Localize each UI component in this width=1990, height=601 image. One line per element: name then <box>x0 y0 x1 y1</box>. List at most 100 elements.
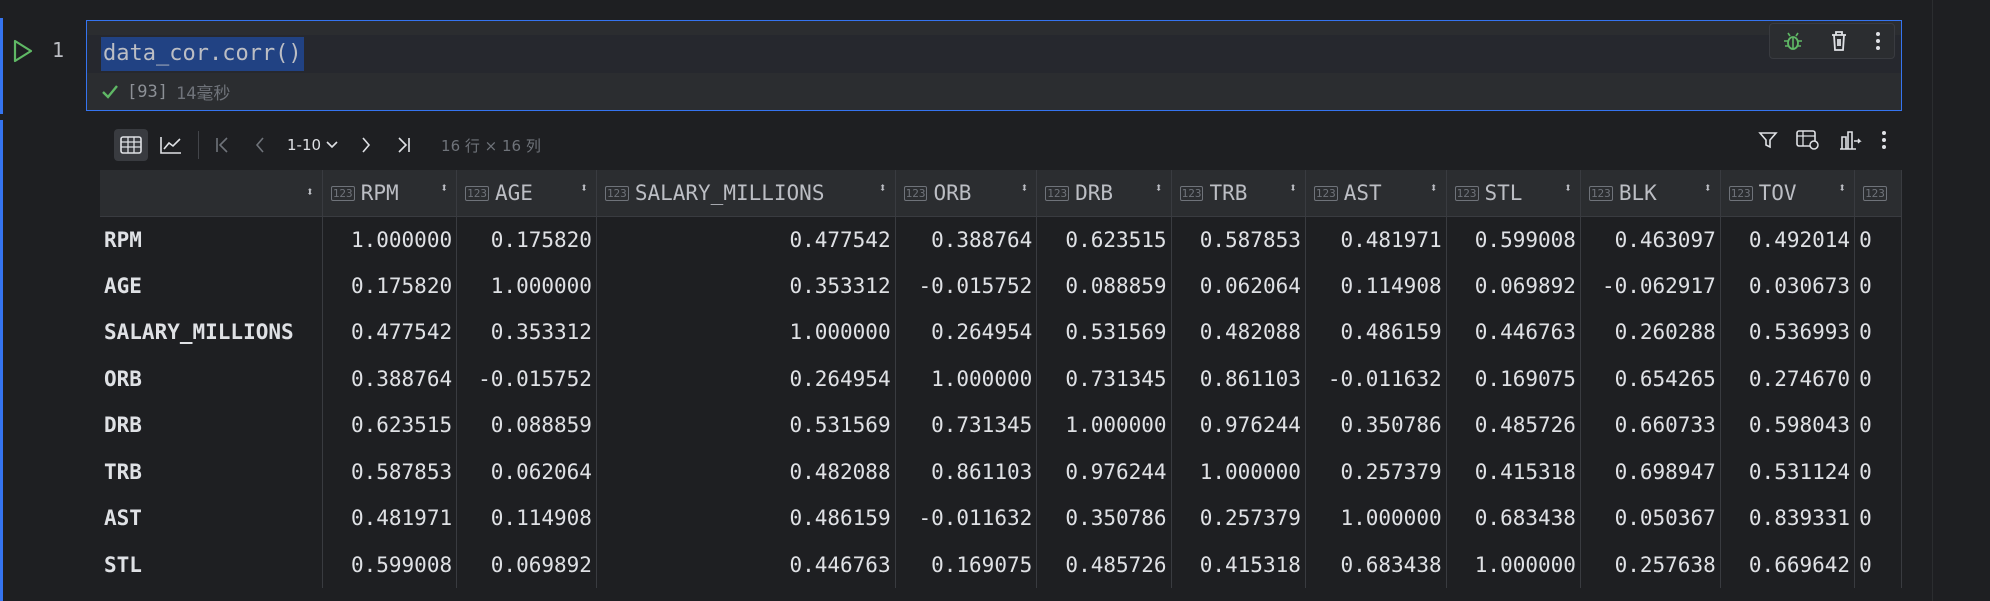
table-row[interactable]: RPM 1.000000 0.175820 0.477542 0.388764 0.623… <box>100 216 1902 263</box>
sort-icon[interactable]: ⬍ <box>1838 181 1846 196</box>
table-cell[interactable]: 0.654265 <box>1580 355 1721 402</box>
more-options-button[interactable] <box>1874 30 1882 52</box>
table-cell[interactable]: 0.088859 <box>456 402 597 449</box>
table-cell[interactable]: 0.260288 <box>1580 309 1721 356</box>
table-cell[interactable]: 0.482088 <box>1171 309 1306 356</box>
delete-cell-button[interactable] <box>1829 30 1849 52</box>
column-settings-button[interactable] <box>1796 129 1820 151</box>
table-cell[interactable]: 0.485726 <box>1036 541 1172 588</box>
table-cell[interactable]: 0.114908 <box>1305 262 1447 309</box>
table-cell[interactable]: 0.486159 <box>596 495 896 542</box>
table-cell[interactable]: 0.088859 <box>1036 262 1172 309</box>
table-cell[interactable]: -0.015752 <box>895 262 1038 309</box>
table-cell[interactable]: 0.536993 <box>1720 309 1856 356</box>
table-cell[interactable]: -0.011632 <box>1305 355 1447 402</box>
previous-page-button[interactable] <box>247 129 273 161</box>
table-cell[interactable]: 0.683438 <box>1305 541 1447 588</box>
first-page-button[interactable] <box>209 129 235 161</box>
table-cell[interactable]: 0.623515 <box>1036 216 1172 263</box>
table-cell[interactable]: 0.477542 <box>596 216 896 263</box>
table-row[interactable]: AST 0.481971 0.114908 0.486159 -0.011632 0.35… <box>100 495 1902 542</box>
table-cell[interactable]: 0.623515 <box>322 402 458 449</box>
table-row[interactable]: STL 0.599008 0.069892 0.446763 0.169075 0.485… <box>100 541 1902 588</box>
filter-button[interactable] <box>1758 130 1778 150</box>
table-cell[interactable]: 0.861103 <box>1171 355 1306 402</box>
table-cell[interactable]: 0.446763 <box>596 541 896 588</box>
table-row[interactable]: AGE 0.175820 1.000000 0.353312 -0.015752 0.08… <box>100 262 1902 309</box>
table-cell[interactable]: -0.011632 <box>895 495 1038 542</box>
table-cell[interactable]: 1.000000 <box>596 309 896 356</box>
table-cell[interactable]: 0.415318 <box>1171 541 1306 588</box>
table-cell[interactable]: -0.062917 <box>1580 262 1721 309</box>
column-header[interactable]: 123 AGE ⬍ <box>456 170 597 217</box>
code-cell[interactable]: data_cor.corr() [93] 14毫秒 <box>86 20 1902 111</box>
table-cell[interactable]: 1.000000 <box>456 262 597 309</box>
table-cell[interactable]: 0.062064 <box>1171 262 1306 309</box>
table-cell[interactable]: 0.683438 <box>1446 495 1581 542</box>
table-cell[interactable]: 0.169075 <box>895 541 1038 588</box>
column-header[interactable]: 123 TRB ⬍ <box>1171 170 1306 217</box>
table-cell[interactable]: 0.353312 <box>456 309 597 356</box>
table-row[interactable]: ORB 0.388764 -0.015752 0.264954 1.000000 0.73… <box>100 355 1902 402</box>
run-cell-button[interactable] <box>10 38 36 64</box>
output-more-button[interactable] <box>1880 129 1888 151</box>
table-cell[interactable]: 0.388764 <box>895 216 1038 263</box>
table-cell[interactable]: 0.257379 <box>1171 495 1306 542</box>
sort-icon[interactable]: ⬍ <box>580 181 588 196</box>
sort-icon[interactable]: ⬍ <box>879 181 887 196</box>
table-cell[interactable]: 0.257638 <box>1580 541 1721 588</box>
table-cell[interactable]: 0.587853 <box>322 448 458 495</box>
sort-icon[interactable]: ⬍ <box>1289 181 1297 196</box>
sort-icon[interactable]: ⬍ <box>1020 181 1028 196</box>
table-cell[interactable]: 0.492014 <box>1720 216 1856 263</box>
column-header[interactable]: 123 STL ⬍ <box>1446 170 1581 217</box>
table-cell[interactable]: 0.481971 <box>322 495 458 542</box>
table-cell[interactable]: 0.062064 <box>456 448 597 495</box>
export-chart-button[interactable] <box>1838 129 1862 151</box>
last-page-button[interactable] <box>391 129 417 161</box>
table-cell[interactable]: 0.274670 <box>1720 355 1856 402</box>
table-cell[interactable]: 0.069892 <box>1446 262 1581 309</box>
table-view-button[interactable] <box>114 129 148 161</box>
column-header[interactable]: 123 TOV ⬍ <box>1720 170 1856 217</box>
table-cell[interactable]: 0.660733 <box>1580 402 1721 449</box>
table-cell[interactable]: 0.169075 <box>1446 355 1581 402</box>
sort-icon[interactable]: ⬍ <box>306 185 314 200</box>
debug-cell-button[interactable] <box>1782 30 1804 52</box>
table-cell[interactable]: -0.015752 <box>456 355 597 402</box>
table-cell[interactable]: 0.350786 <box>1036 495 1172 542</box>
table-row[interactable]: TRB 0.587853 0.062064 0.482088 0.861103 0.976… <box>100 448 1902 495</box>
table-cell[interactable]: 0 <box>1854 309 1902 356</box>
table-cell[interactable]: 1.000000 <box>1305 495 1447 542</box>
table-cell[interactable]: 0.486159 <box>1305 309 1447 356</box>
table-cell[interactable]: 0.415318 <box>1446 448 1581 495</box>
table-cell[interactable]: 0.477542 <box>322 309 458 356</box>
column-header[interactable]: 123 DRB ⬍ <box>1036 170 1172 217</box>
column-header[interactable]: 123 RPM ⬍ <box>322 170 458 217</box>
table-cell[interactable]: 0.446763 <box>1446 309 1581 356</box>
table-cell[interactable]: 0.976244 <box>1171 402 1306 449</box>
column-header[interactable]: 123 AST ⬍ <box>1305 170 1447 217</box>
table-cell[interactable]: 0.257379 <box>1305 448 1447 495</box>
table-cell[interactable]: 0.069892 <box>456 541 597 588</box>
sort-icon[interactable]: ⬍ <box>1155 181 1163 196</box>
table-cell[interactable]: 0.976244 <box>1036 448 1172 495</box>
column-header[interactable]: 123 <box>1854 170 1902 217</box>
sort-icon[interactable]: ⬍ <box>440 181 448 196</box>
next-page-button[interactable] <box>353 129 379 161</box>
table-cell[interactable]: 0 <box>1854 216 1902 263</box>
table-cell[interactable]: 0.350786 <box>1305 402 1447 449</box>
table-cell[interactable]: 0.731345 <box>895 402 1038 449</box>
table-cell[interactable]: 0.531569 <box>1036 309 1172 356</box>
table-cell[interactable]: 0.861103 <box>895 448 1038 495</box>
table-cell[interactable]: 0.531124 <box>1720 448 1856 495</box>
table-cell[interactable]: 0.481971 <box>1305 216 1447 263</box>
table-cell[interactable]: 0.599008 <box>1446 216 1581 263</box>
column-header[interactable]: 123 BLK ⬍ <box>1580 170 1721 217</box>
table-cell[interactable]: 1.000000 <box>1171 448 1306 495</box>
table-cell[interactable]: 1.000000 <box>1446 541 1581 588</box>
table-cell[interactable]: 0 <box>1854 541 1902 588</box>
table-cell[interactable]: 0.485726 <box>1446 402 1581 449</box>
table-cell[interactable]: 0.839331 <box>1720 495 1856 542</box>
table-cell[interactable]: 0 <box>1854 495 1902 542</box>
